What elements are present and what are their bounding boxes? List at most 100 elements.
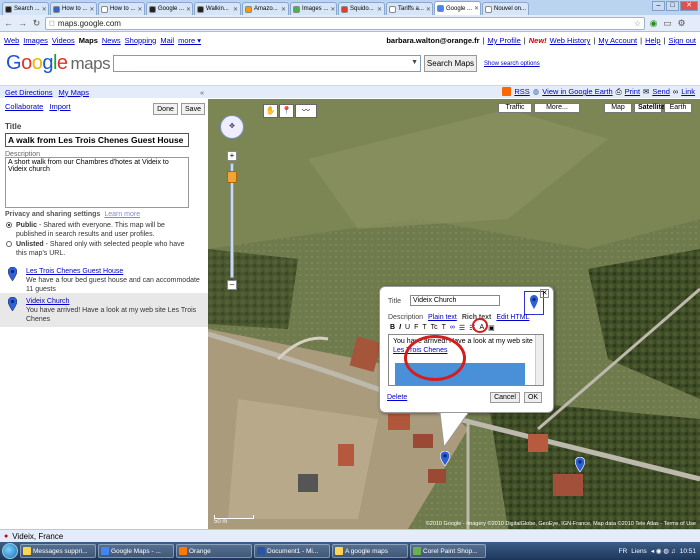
tab-close-icon[interactable]: ✕: [233, 6, 238, 13]
gbar-link-more[interactable]: more ▾: [178, 36, 201, 45]
address-bar[interactable]: ◻ maps.google.com ☆: [45, 16, 645, 30]
gbar-link-maps[interactable]: Maps: [79, 36, 98, 45]
extension-icon[interactable]: ◉: [648, 18, 659, 29]
format-tool-icon[interactable]: T: [442, 324, 446, 332]
back-arrow-icon[interactable]: ←: [3, 18, 14, 29]
gbar-link-mail[interactable]: Mail: [160, 36, 174, 45]
gbar-link-news[interactable]: News: [102, 36, 121, 45]
format-tool-icon[interactable]: T: [422, 324, 426, 332]
ok-button[interactable]: OK: [524, 392, 542, 403]
search-input[interactable]: ▼: [113, 55, 421, 72]
tab-close-icon[interactable]: ✕: [42, 6, 47, 13]
map-type-earth[interactable]: Earth: [664, 103, 692, 113]
help-link[interactable]: Help: [645, 36, 660, 45]
gbar-link-images[interactable]: Images: [23, 36, 48, 45]
zoom-handle[interactable]: [227, 171, 237, 183]
send-link[interactable]: Send: [652, 87, 670, 96]
place-title-link[interactable]: Videix Church: [26, 298, 69, 305]
print-link[interactable]: Print: [625, 87, 640, 96]
place-item-selected[interactable]: Videix Church You have arrived! Have a l…: [0, 293, 208, 327]
browser-tab[interactable]: How to ... ✕: [98, 2, 145, 15]
browser-tab[interactable]: Google ... ✕: [434, 1, 481, 15]
popup-title-input[interactable]: Videix Church: [410, 295, 500, 306]
map-title-input[interactable]: A walk from Les Trois Chenes Guest House: [5, 133, 189, 147]
tab-close-icon[interactable]: ✕: [528, 6, 529, 13]
tab-close-icon[interactable]: ✕: [377, 6, 382, 13]
language-indicator[interactable]: FR: [619, 548, 628, 555]
format-tool-icon[interactable]: B: [390, 324, 395, 332]
delete-link[interactable]: Delete: [387, 394, 407, 401]
search-maps-button[interactable]: Search Maps: [424, 55, 477, 72]
browser-tab[interactable]: Squido... ✕: [338, 2, 385, 15]
radio-unselected-icon[interactable]: [6, 241, 12, 247]
search-options-link[interactable]: Show search options: [484, 61, 540, 67]
browser-tab[interactable]: Tariffs a... ✕: [386, 2, 433, 15]
tab-close-icon[interactable]: ✕: [137, 6, 142, 13]
browser-tab[interactable]: Search ... ✕: [2, 2, 49, 15]
format-tool-icon[interactable]: Tc: [431, 324, 438, 332]
taskbar-item[interactable]: Messages suppri...: [20, 544, 96, 558]
dropdown-arrow-icon[interactable]: ▼: [411, 59, 418, 66]
sign-out-link[interactable]: Sign out: [668, 36, 696, 45]
pan-control[interactable]: ✥: [220, 115, 244, 139]
browser-tab[interactable]: Walkin... ✕: [194, 2, 241, 15]
unlisted-radio[interactable]: Unlisted - Shared only with selected peo…: [6, 240, 191, 258]
public-radio[interactable]: Public - Shared with everyone. This map …: [6, 221, 191, 239]
minimize-button[interactable]: –: [652, 1, 665, 11]
wrench-icon[interactable]: ⚙: [676, 18, 687, 29]
format-tool-icon[interactable]: ∞: [450, 324, 455, 332]
browser-tab[interactable]: How to ... ✕: [50, 2, 97, 15]
browser-tab[interactable]: Google ... ✕: [146, 2, 193, 15]
clock[interactable]: 10:51: [680, 548, 696, 555]
get-directions-link[interactable]: Get Directions: [5, 88, 53, 97]
taskbar-item[interactable]: Corel Paint Shop...: [410, 544, 486, 558]
place-title-link[interactable]: Les Trois Chenes Guest House: [26, 268, 123, 275]
browser-tab[interactable]: Nouvel on...✕: [482, 2, 529, 15]
zoom-out-button[interactable]: –: [227, 280, 237, 290]
editor-scrollbar[interactable]: [535, 335, 543, 385]
map-type-satellite[interactable]: Satellite: [634, 103, 665, 113]
import-link[interactable]: Import: [49, 102, 70, 111]
google-maps-logo[interactable]: Google maps: [6, 52, 111, 75]
gbar-link-web[interactable]: Web: [4, 36, 19, 45]
map-type-traffic[interactable]: Traffic: [498, 103, 532, 113]
cancel-button[interactable]: Cancel: [490, 392, 520, 403]
tab-close-icon[interactable]: ✕: [281, 6, 286, 13]
map-description-textarea[interactable]: A short walk from our Chambres d'hotes a…: [5, 157, 189, 208]
star-icon[interactable]: ☆: [634, 19, 641, 28]
map-type-map[interactable]: Map: [604, 103, 632, 113]
rss-icon[interactable]: [502, 87, 512, 96]
done-button[interactable]: Done: [153, 103, 178, 115]
collaborate-link[interactable]: Collaborate: [5, 102, 43, 111]
placemark-tool-icon[interactable]: 📍: [279, 104, 294, 118]
gbar-link-shopping[interactable]: Shopping: [125, 36, 157, 45]
format-tool-icon[interactable]: ☰: [459, 324, 465, 332]
my-account-link[interactable]: My Account: [598, 36, 637, 45]
browser-tab[interactable]: Images ... ✕: [290, 2, 337, 15]
close-window-button[interactable]: ✕: [680, 1, 698, 11]
tab-close-icon[interactable]: ✕: [89, 6, 94, 13]
line-tool-icon[interactable]: 〰: [295, 104, 317, 118]
forward-arrow-icon[interactable]: →: [17, 18, 28, 29]
web-history-link[interactable]: Web History: [550, 36, 591, 45]
zoom-slider[interactable]: + –: [227, 151, 237, 293]
my-profile-link[interactable]: My Profile: [487, 36, 520, 45]
tab-close-icon[interactable]: ✕: [474, 5, 479, 12]
collapse-panel-icon[interactable]: «: [200, 88, 204, 97]
tab-close-icon[interactable]: ✕: [186, 6, 191, 13]
save-button[interactable]: Save: [181, 103, 205, 115]
links-toolbar[interactable]: Liens: [631, 548, 647, 555]
radio-selected-icon[interactable]: [6, 222, 12, 228]
format-tool-icon[interactable]: I: [399, 324, 401, 332]
format-tool-icon[interactable]: ▣: [488, 324, 495, 332]
google-earth-link[interactable]: View in Google Earth: [542, 87, 612, 96]
map-type-more[interactable]: More...: [534, 103, 580, 113]
tab-close-icon[interactable]: ✕: [426, 6, 431, 13]
format-tool-icon[interactable]: F: [414, 324, 418, 332]
taskbar-item[interactable]: A google maps: [332, 544, 408, 558]
link-link[interactable]: Link: [681, 87, 695, 96]
start-button[interactable]: [2, 543, 18, 559]
rss-link[interactable]: RSS: [514, 87, 529, 96]
hand-tool-icon[interactable]: ✋: [263, 104, 278, 118]
maximize-button[interactable]: □: [666, 1, 679, 11]
